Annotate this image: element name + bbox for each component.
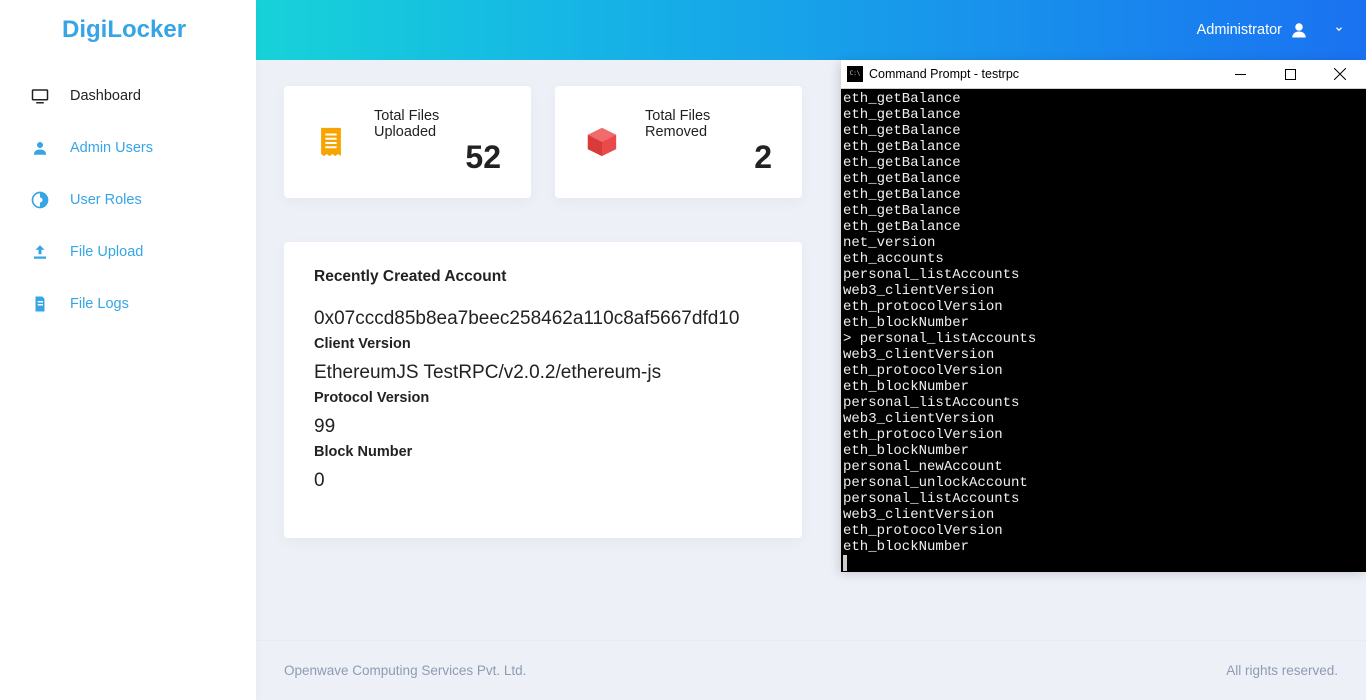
footer-left: Openwave Computing Services Pvt. Ltd. — [284, 663, 526, 678]
stat-value: 2 — [754, 140, 772, 175]
sidebar-item-label: Dashboard — [70, 88, 141, 104]
account-title: Recently Created Account — [314, 268, 772, 286]
sidebar: DigiLocker Dashboard Admin Users User Ro… — [0, 0, 256, 700]
roles-icon — [30, 190, 50, 210]
sidebar-item-label: User Roles — [70, 192, 142, 208]
stat-value: 52 — [465, 140, 501, 175]
brand-logo: DigiLocker — [0, 0, 256, 60]
topbar: Administrator — [256, 0, 1366, 60]
stat-label: Total Files Removed — [645, 108, 772, 140]
terminal-title-text: Command Prompt - testrpc — [869, 67, 1019, 81]
block-number-value: 0 — [314, 470, 772, 492]
terminal-titlebar[interactable]: C:\ Command Prompt - testrpc — [841, 60, 1366, 89]
client-version-label: Client Version — [314, 336, 772, 352]
window-close-button[interactable] — [1318, 60, 1362, 89]
sidebar-item-user-roles[interactable]: User Roles — [0, 174, 256, 226]
client-version-value: EthereumJS TestRPC/v2.0.2/ethereum-js — [314, 362, 772, 384]
file-icon — [30, 294, 50, 314]
sidebar-item-file-logs[interactable]: File Logs — [0, 278, 256, 330]
terminal-window[interactable]: C:\ Command Prompt - testrpc eth_getBala… — [841, 60, 1366, 572]
chevron-down-icon — [1334, 24, 1344, 37]
person-icon — [30, 138, 50, 158]
sidebar-item-label: Admin Users — [70, 140, 153, 156]
upload-icon — [30, 242, 50, 262]
sidebar-item-label: File Logs — [70, 296, 129, 312]
receipt-icon — [314, 125, 348, 159]
account-address: 0x07cccd85b8ea7beec258462a110c8af5667dfd… — [314, 308, 772, 330]
protocol-version-label: Protocol Version — [314, 390, 772, 406]
footer-right: All rights reserved. — [1226, 663, 1338, 678]
terminal-app-icon: C:\ — [847, 66, 863, 82]
box-icon — [585, 125, 619, 159]
sidebar-item-file-upload[interactable]: File Upload — [0, 226, 256, 278]
terminal-output[interactable]: eth_getBalance eth_getBalance eth_getBal… — [841, 89, 1366, 572]
sidebar-nav: Dashboard Admin Users User Roles File Up… — [0, 60, 256, 330]
block-number-label: Block Number — [314, 444, 772, 460]
sidebar-item-dashboard[interactable]: Dashboard — [0, 70, 256, 122]
avatar-icon — [1290, 21, 1308, 39]
user-menu[interactable]: Administrator — [1197, 21, 1344, 39]
window-maximize-button[interactable] — [1268, 60, 1312, 89]
stat-label: Total Files Uploaded — [374, 108, 501, 140]
sidebar-item-label: File Upload — [70, 244, 143, 260]
stat-card-uploaded: Total Files Uploaded 52 — [284, 86, 531, 198]
sidebar-item-admin-users[interactable]: Admin Users — [0, 122, 256, 174]
window-minimize-button[interactable] — [1218, 60, 1262, 89]
stat-card-removed: Total Files Removed 2 — [555, 86, 802, 198]
protocol-version-value: 99 — [314, 416, 772, 438]
account-card: Recently Created Account 0x07cccd85b8ea7… — [284, 242, 802, 538]
monitor-icon — [30, 86, 50, 106]
user-label: Administrator — [1197, 22, 1282, 38]
footer: Openwave Computing Services Pvt. Ltd. Al… — [256, 640, 1366, 700]
